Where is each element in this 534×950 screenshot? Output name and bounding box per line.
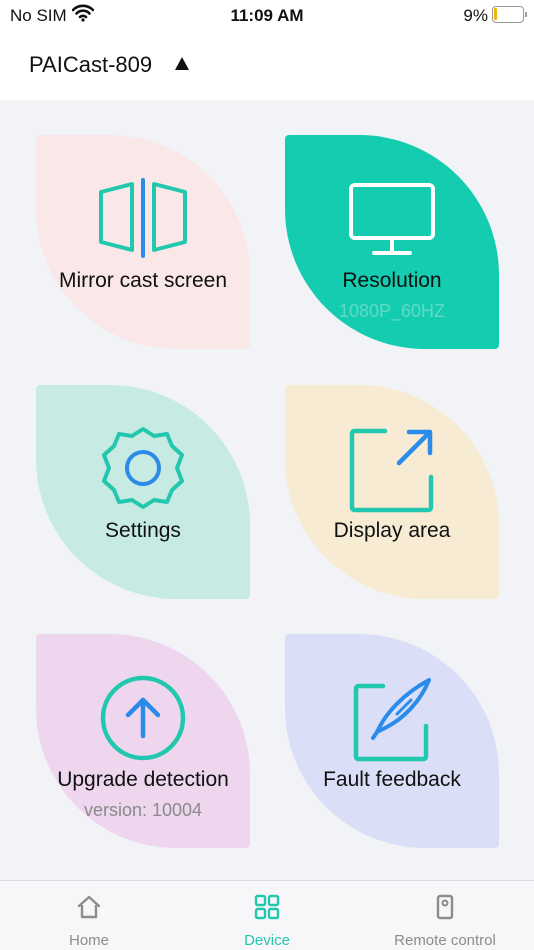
upgrade-detection-tile[interactable]: Upgrade detection version: 10004 <box>36 634 250 848</box>
tile-label: Resolution <box>342 269 442 292</box>
tile-label: Fault feedback <box>323 768 461 791</box>
home-icon <box>76 894 102 925</box>
tab-label: Home <box>68 932 109 949</box>
eject-triangle-icon[interactable] <box>174 56 190 76</box>
battery-icon <box>492 6 527 23</box>
gear-icon <box>100 425 186 516</box>
fault-feedback-tile[interactable]: Fault feedback <box>285 634 499 848</box>
expand-arrow-icon <box>349 427 435 518</box>
mirror-screen-icon <box>98 178 188 263</box>
tile-label: Mirror cast screen <box>58 269 228 292</box>
resolution-value: 1080P_60HZ <box>338 301 446 321</box>
tab-home[interactable]: Home <box>0 881 178 950</box>
tile-label: Upgrade detection <box>57 768 229 791</box>
tab-device[interactable]: Device <box>178 881 356 950</box>
header: PAICast-809 <box>0 32 534 100</box>
monitor-icon <box>348 182 436 263</box>
mirror-cast-screen-tile[interactable]: Mirror cast screen <box>36 135 250 349</box>
upload-arrow-icon <box>99 674 187 767</box>
clock: 11:09 AM <box>230 6 304 25</box>
tab-bar: Home Device Remote control <box>0 880 534 950</box>
battery-percent: 9% <box>463 6 488 25</box>
tile-label: Display area <box>333 519 451 542</box>
display-area-tile[interactable]: Display area <box>285 385 499 599</box>
feather-pen-icon <box>349 676 435 767</box>
status-bar: No SIM 11:09 AM 9% <box>0 0 534 32</box>
tab-label: Remote control <box>394 932 496 949</box>
device-name[interactable]: PAICast-809 <box>29 52 152 78</box>
tab-remote-control[interactable]: Remote control <box>356 881 534 950</box>
version-text: version: 10004 <box>83 800 203 820</box>
grid-icon <box>254 894 280 925</box>
settings-tile[interactable]: Settings <box>36 385 250 599</box>
remote-icon <box>435 894 455 925</box>
resolution-tile[interactable]: Resolution 1080P_60HZ <box>285 135 499 349</box>
tab-label: Device <box>244 932 290 949</box>
tile-label: Settings <box>105 519 181 542</box>
